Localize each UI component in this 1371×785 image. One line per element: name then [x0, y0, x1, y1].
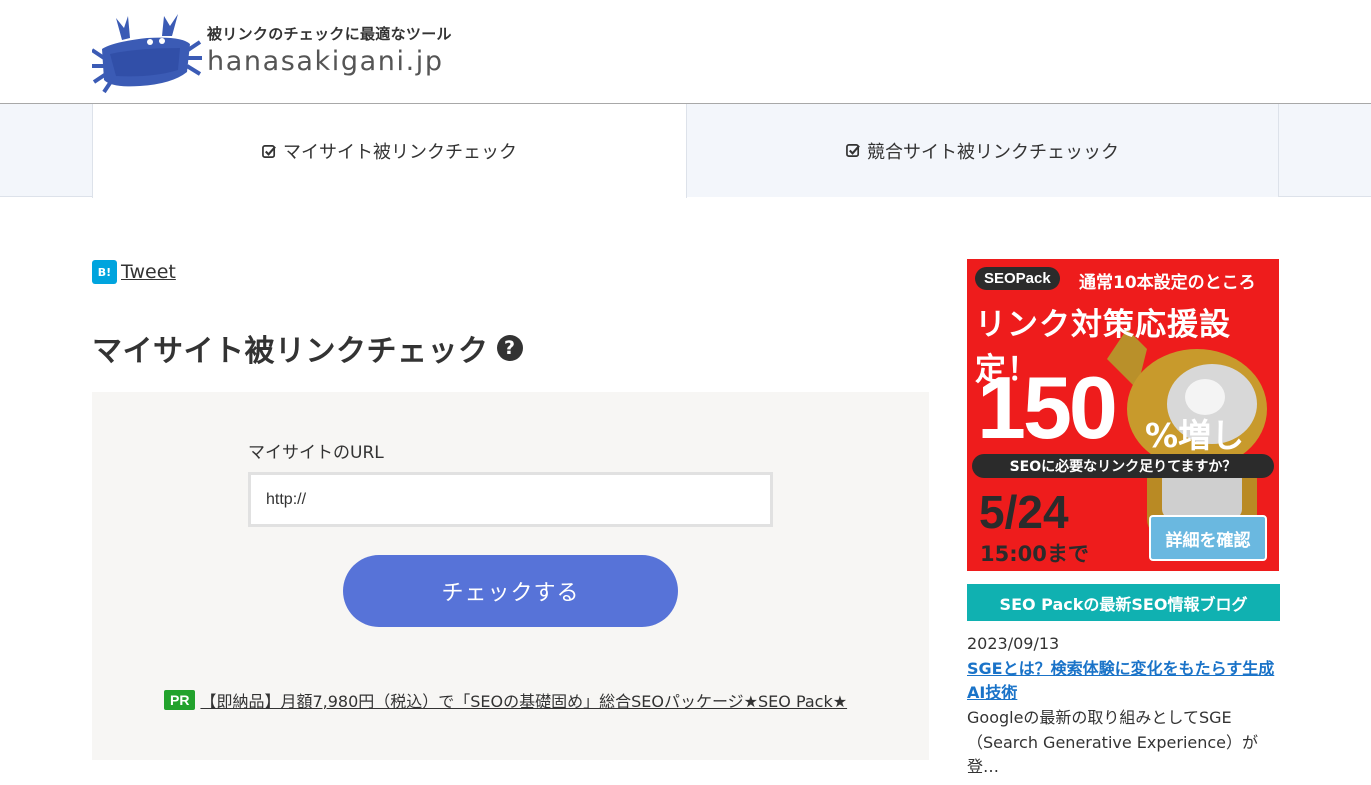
page-heading: マイサイト被リンクチェック ?	[92, 326, 523, 370]
check-submit-button[interactable]: チェックする	[343, 555, 678, 627]
page-title: マイサイト被リンクチェック	[92, 334, 489, 369]
hatena-bookmark-button[interactable]: B!	[92, 260, 117, 284]
ad-details-button[interactable]: 詳細を確認	[1149, 515, 1267, 561]
tab-my-site-backlinks[interactable]: マイサイト被リンクチェック	[92, 104, 687, 198]
seo-pack-ad-banner[interactable]: SEOPack 通常10本設定のところ リンク対策応援設定！ 150 %増し S…	[967, 259, 1279, 571]
ad-date: 5/24	[979, 486, 1069, 538]
pr-ad-link[interactable]: 【即納品】月額7,980円（税込）で「SEOの基礎固め」総合SEOパッケージ★S…	[200, 688, 847, 712]
checkbox-checked-icon	[846, 144, 860, 157]
site-tagline: 被リンクのチェックに最適なツール	[207, 25, 452, 43]
tab-competitor-backlinks[interactable]: 競合サイト被リンクチェッック	[687, 104, 1279, 197]
site-name[interactable]: hanasakigani.jp	[207, 46, 444, 77]
blog-post-excerpt: Googleの最新の取り組みとしてSGE（Search Generative E…	[967, 708, 1259, 776]
crab-logo-icon[interactable]	[92, 14, 202, 94]
share-bar: B! Tweet	[92, 260, 176, 284]
site-header: 被リンクのチェックに最適なツール hanasakigani.jp	[0, 0, 1371, 104]
ad-question-bar: SEOに必要なリンク足りてますか？	[972, 454, 1274, 478]
blog-section-header[interactable]: SEO Packの最新SEO情報ブログ	[967, 584, 1280, 621]
ad-big-number: 150	[977, 358, 1118, 457]
ad-seopack-logo: SEOPack	[975, 267, 1060, 290]
blog-post-title-link[interactable]: SGEとは？検索体験に変化をもたらす生成AI技術	[967, 657, 1280, 705]
url-input[interactable]	[248, 472, 773, 527]
tweet-link[interactable]: Tweet	[121, 261, 176, 283]
help-question-icon[interactable]: ?	[496, 335, 523, 361]
url-field-label: マイサイトのURL	[248, 443, 384, 463]
pr-ad-line: PR 【即納品】月額7,980円（税込）で「SEOの基礎固め」総合SEOパッケー…	[164, 688, 847, 712]
ad-percent-text: %増し	[1145, 416, 1245, 455]
ad-time: 15:00まで	[980, 542, 1089, 566]
ad-headline-1: 通常10本設定のところ	[1079, 273, 1256, 293]
tab-label: マイサイト被リンクチェック	[283, 142, 517, 163]
tab-label: 競合サイト被リンクチェッック	[867, 141, 1119, 163]
checkbox-checked-icon	[262, 144, 276, 158]
pr-badge: PR	[164, 690, 196, 710]
blog-post-date: 2023/09/13	[967, 634, 1060, 653]
